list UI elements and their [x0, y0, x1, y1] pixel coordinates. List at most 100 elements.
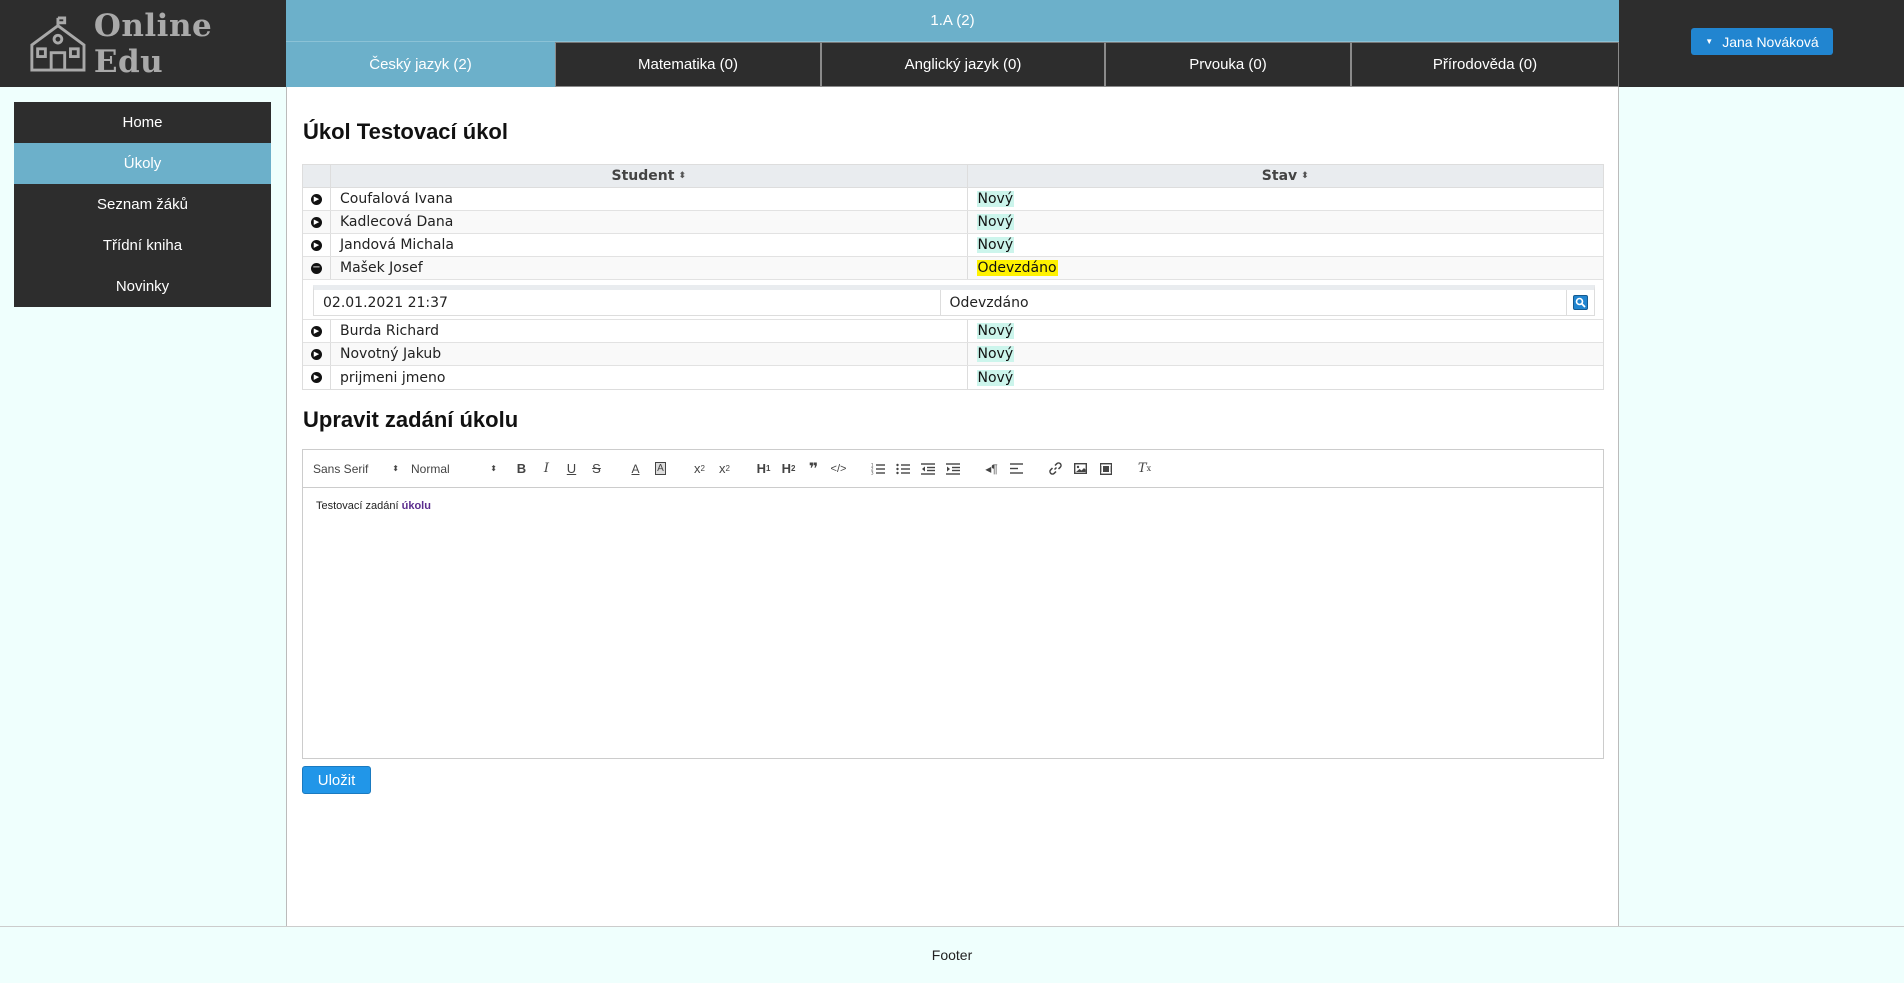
subscript-icon[interactable]: x2 — [687, 457, 712, 481]
submission-date: 02.01.2021 21:37 — [314, 290, 941, 315]
status-badge: Nový — [976, 191, 1015, 207]
tab-label: Český jazyk (2) — [369, 56, 472, 73]
italic-icon[interactable]: I — [534, 457, 559, 481]
row-detail: 02.01.2021 21:37 Odevzdáno — [303, 280, 1603, 320]
link-icon[interactable] — [1043, 457, 1068, 481]
logo-text: Online Edu — [93, 7, 213, 80]
expand-row-button[interactable]: ▶ — [303, 366, 331, 389]
underline-icon[interactable]: U — [559, 457, 584, 481]
status-cell: Nový — [968, 188, 1604, 210]
editor-content[interactable]: Testovací zadání úkolu — [303, 488, 1603, 524]
submissions-grid: Student ⬍ Stav ⬍ ▶ Coufalová Ivana Nový ▶ … — [302, 164, 1604, 390]
save-button[interactable]: Uložit — [302, 766, 371, 794]
tab-label: Matematika (0) — [637, 56, 739, 73]
status-cell: Nový — [968, 366, 1604, 389]
top-header: Online Edu 1.A (2) Český jazyk (2) Matem… — [0, 0, 1904, 87]
sidebar-item-novinky[interactable]: Novinky — [14, 266, 271, 307]
caret-down-icon: ▼ — [1705, 37, 1714, 46]
image-icon[interactable] — [1068, 457, 1093, 481]
code-icon[interactable]: </> — [826, 457, 851, 481]
expand-icon: ▶ — [311, 348, 322, 360]
rich-text-editor: Sans Serif ⬍ Normal ⬍ B I U S A A x2 x2 H1… — [302, 449, 1604, 759]
table-row: ▶ prijmeni jmeno Nový — [303, 366, 1603, 389]
expand-row-button[interactable]: ▶ — [303, 188, 331, 210]
table-row: ▶ Jandová Michala Nový — [303, 234, 1603, 257]
text-color-icon[interactable]: A — [623, 457, 648, 481]
user-menu-button[interactable]: ▼ Jana Nováková — [1691, 28, 1833, 55]
status-cell: Nový — [968, 343, 1604, 365]
sidebar-item-label: Novinky — [115, 278, 170, 295]
table-row: ▶ Novotný Jakub Nový — [303, 343, 1603, 366]
status-badge: Nový — [976, 369, 1015, 386]
edit-section-title: Upravit zadání úkolu — [303, 407, 519, 432]
expand-icon: ▶ — [311, 372, 322, 383]
view-submission-button[interactable] — [1567, 290, 1594, 315]
sort-icon: ⬍ — [1301, 171, 1309, 181]
blockquote-icon[interactable]: ❞ — [801, 457, 826, 481]
footer: Footer — [0, 926, 1904, 983]
school-building-icon — [30, 15, 86, 72]
expand-icon: ▶ — [311, 239, 322, 251]
heading-2-icon[interactable]: H2 — [776, 457, 801, 481]
expand-row-button[interactable]: ▶ — [303, 343, 331, 365]
sidebar-item-ukoly[interactable]: Úkoly — [14, 143, 271, 184]
footer-text: Footer — [931, 947, 973, 963]
expand-row-button[interactable]: ▶ — [303, 211, 331, 233]
table-row: ▶ Kadlecová Dana Nový — [303, 211, 1603, 234]
align-icon[interactable] — [1004, 457, 1029, 481]
table-row: − Mašek Josef Odevzdáno — [303, 257, 1603, 280]
tab-anglicky-jazyk[interactable]: Anglický jazyk (0) — [821, 42, 1105, 87]
tab-cesky-jazyk[interactable]: Český jazyk (2) — [286, 42, 555, 87]
detail-table: 02.01.2021 21:37 Odevzdáno — [313, 285, 1595, 316]
superscript-icon[interactable]: x2 — [712, 457, 737, 481]
editor-highlighted-text: úkolu — [401, 500, 431, 512]
class-selector[interactable]: 1.A (2) — [286, 0, 1619, 42]
column-header-stav[interactable]: Stav ⬍ — [968, 165, 1604, 187]
expand-row-button[interactable]: ▶ — [303, 320, 331, 342]
heading-1-icon[interactable]: H1 — [751, 457, 776, 481]
ordered-list-icon[interactable]: 123 — [865, 457, 890, 481]
font-size-value: Normal — [411, 461, 450, 476]
status-badge: Nový — [976, 237, 1015, 253]
sidebar-item-label: Úkoly — [123, 155, 162, 172]
indent-icon[interactable] — [940, 457, 965, 481]
strikethrough-icon[interactable]: S — [584, 457, 609, 481]
bold-icon[interactable]: B — [509, 457, 534, 481]
column-header-student[interactable]: Student ⬍ — [331, 165, 968, 187]
sidebar-item-seznam-zaku[interactable]: Seznam žáků — [14, 184, 271, 225]
main-content: Úkol Testovací úkol Student ⬍ Stav ⬍ ▶ Cou… — [286, 87, 1619, 926]
collapse-row-button[interactable]: − — [303, 257, 331, 279]
logo[interactable]: Online Edu — [0, 0, 286, 87]
outdent-icon[interactable] — [915, 457, 940, 481]
student-cell: prijmeni jmeno — [331, 366, 968, 389]
subject-tabs: Český jazyk (2) Matematika (0) Anglický … — [286, 42, 1619, 87]
sidebar-item-tridni-kniha[interactable]: Třídní kniha — [14, 225, 271, 266]
student-cell: Coufalová Ivana — [331, 188, 968, 210]
tab-matematika[interactable]: Matematika (0) — [555, 42, 821, 87]
student-cell: Novotný Jakub — [331, 343, 968, 365]
clear-formatting-icon[interactable]: Tx — [1132, 457, 1157, 481]
text-direction-icon[interactable]: ◂¶ — [979, 457, 1004, 481]
sidebar: Home Úkoly Seznam žáků Třídní kniha Novi… — [14, 102, 271, 307]
student-cell: Kadlecová Dana — [331, 211, 968, 233]
user-name: Jana Nováková — [1722, 33, 1819, 50]
tab-prvouka[interactable]: Prvouka (0) — [1105, 42, 1351, 87]
status-cell: Nový — [968, 211, 1604, 233]
sidebar-item-home[interactable]: Home — [14, 102, 271, 143]
font-family-select[interactable]: Sans Serif ⬍ — [313, 462, 399, 476]
tab-prirodoveda[interactable]: Přírodověda (0) — [1351, 42, 1619, 87]
select-arrows-icon: ⬍ — [392, 464, 399, 473]
bullet-list-icon[interactable] — [890, 457, 915, 481]
tab-label: Prvouka (0) — [1189, 56, 1267, 73]
table-row: ▶ Burda Richard Nový — [303, 320, 1603, 343]
font-size-select[interactable]: Normal ⬍ — [411, 462, 497, 476]
expand-row-button[interactable]: ▶ — [303, 234, 331, 256]
video-icon[interactable] — [1093, 457, 1118, 481]
table-row: ▶ Coufalová Ivana Nový — [303, 188, 1603, 211]
tab-label: Anglický jazyk (0) — [904, 56, 1022, 73]
save-button-label: Uložit — [317, 771, 356, 789]
expand-icon: ▶ — [311, 325, 322, 337]
student-cell: Mašek Josef — [331, 257, 968, 279]
background-color-icon[interactable]: A — [648, 457, 673, 481]
editor-toolbar: Sans Serif ⬍ Normal ⬍ B I U S A A x2 x2 H1… — [303, 450, 1603, 488]
